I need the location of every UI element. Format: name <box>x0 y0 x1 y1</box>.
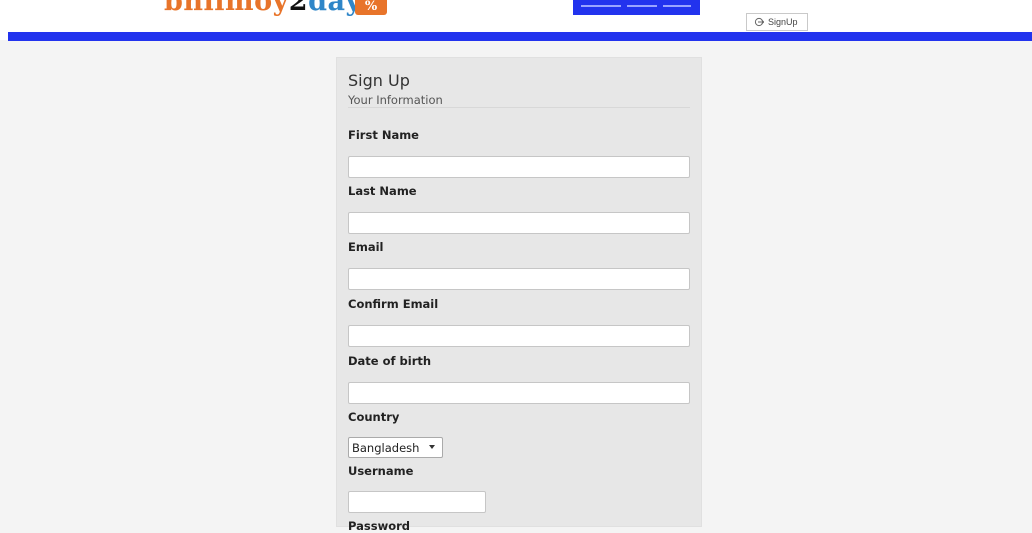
signup-button-label: SignUp <box>768 17 798 27</box>
form-title: Sign Up <box>348 71 410 90</box>
country-select[interactable]: Bangladesh <box>348 437 443 458</box>
confirm-email-field[interactable] <box>348 325 690 347</box>
nav-tab-text-fragment <box>663 5 691 7</box>
username-field[interactable] <box>348 491 486 513</box>
last-name-label: Last Name <box>348 184 417 198</box>
signup-form-panel: Sign Up Your Information First Name Last… <box>336 57 702 533</box>
dropdown-arrow-icon <box>429 445 435 449</box>
signup-button[interactable]: SignUp <box>746 13 808 31</box>
last-name-field[interactable] <box>348 212 690 234</box>
country-select-value: Bangladesh <box>352 440 420 455</box>
username-label: Username <box>348 464 414 478</box>
email-field[interactable] <box>348 268 690 290</box>
header-nav-tab[interactable] <box>573 0 700 15</box>
country-label: Country <box>348 410 400 424</box>
first-name-field[interactable] <box>348 156 690 178</box>
confirm-email-label: Confirm Email <box>348 297 439 311</box>
header-blue-bar <box>8 32 1032 41</box>
first-name-label: First Name <box>348 128 419 142</box>
form-subtitle: Your Information <box>348 93 443 107</box>
sign-in-arrow-icon <box>754 17 764 27</box>
nav-tab-text-fragment <box>627 5 657 7</box>
dob-label: Date of birth <box>348 354 432 368</box>
email-label: Email <box>348 240 384 254</box>
logo-badge-icon: % <box>355 0 387 15</box>
password-label: Password <box>348 519 410 533</box>
nav-tab-text-fragment <box>581 5 621 7</box>
dob-field[interactable] <box>348 382 690 404</box>
section-divider <box>348 107 690 108</box>
site-logo[interactable]: bhilmoy2day <box>164 0 362 17</box>
